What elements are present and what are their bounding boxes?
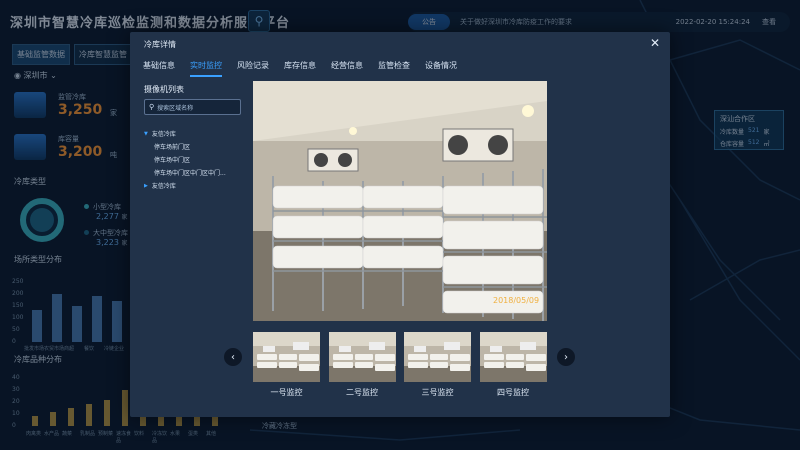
camera-thumbnails [253, 332, 547, 382]
camera-viewer[interactable]: 2018/05/09 [253, 81, 547, 321]
tree-node-label: 友信冷库 [151, 131, 176, 138]
tree-node-label: 友信冷库 [151, 183, 176, 190]
tree-child[interactable]: 停车场前门区 [144, 140, 226, 153]
camera-thumbnail[interactable] [328, 332, 396, 382]
modal-title: 冷库详情 [144, 40, 176, 49]
tab-business-info[interactable]: 经营信息 [331, 60, 363, 77]
thumbnail-image [253, 332, 320, 382]
thumbnail-image [404, 332, 471, 382]
tab-live-monitoring[interactable]: 实时监控 [190, 60, 222, 77]
tab-equipment[interactable]: 设备情况 [425, 60, 457, 77]
camera-timestamp: 2018/05/09 [493, 296, 539, 305]
chevron-right-icon[interactable]: › [557, 348, 575, 366]
camera-search-input[interactable]: ⚲ 搜索区域名称 [144, 99, 241, 115]
search-icon: ⚲ [149, 103, 155, 111]
tab-risk-records[interactable]: 风险记录 [237, 60, 269, 77]
camera-thumbnail-label: 二号监控 [346, 388, 378, 397]
caret-right-icon: ▶ [144, 182, 148, 189]
camera-thumbnail-label: 一号监控 [270, 388, 303, 397]
cold-storage-detail-modal: 冷库详情 ✕ 基础信息 实时监控 风险记录 库存信息 经营信息 监管检查 设备情… [130, 32, 670, 417]
camera-thumbnail-label: 三号监控 [421, 388, 454, 397]
camera-tree: ▼ 友信冷库 停车场前门区 停车场中门区 停车场中门区中门区中门... ▶ 友信冷库 [144, 127, 226, 192]
chevron-left-icon[interactable]: ‹ [224, 348, 242, 366]
camera-thumbnail[interactable] [479, 332, 547, 382]
thumbnail-image [479, 332, 547, 382]
camera-thumbnail[interactable] [253, 332, 320, 382]
search-placeholder: 搜索区域名称 [157, 104, 194, 112]
tab-inspection[interactable]: 监管检查 [378, 60, 410, 77]
tab-basic-info[interactable]: 基础信息 [143, 60, 175, 77]
thumbnail-image [328, 332, 396, 382]
cold-room-image: 2018/05/09 [253, 81, 547, 321]
modal-tabs: 基础信息 实时监控 风险记录 库存信息 经营信息 监管检查 设备情况 [143, 60, 457, 77]
caret-down-icon: ▼ [144, 130, 148, 137]
camera-thumbnail[interactable] [404, 332, 471, 382]
camera-thumbnail-label: 四号监控 [497, 388, 529, 397]
close-icon[interactable]: ✕ [650, 36, 660, 50]
tree-child[interactable]: 停车场中门区 [144, 153, 226, 166]
tree-node[interactable]: ▶ 友信冷库 [144, 179, 226, 192]
tree-node[interactable]: ▼ 友信冷库 [144, 127, 226, 140]
camera-list-title: 摄像机列表 [144, 85, 184, 94]
tab-inventory[interactable]: 库存信息 [284, 60, 316, 77]
tree-child[interactable]: 停车场中门区中门区中门... [144, 166, 226, 179]
